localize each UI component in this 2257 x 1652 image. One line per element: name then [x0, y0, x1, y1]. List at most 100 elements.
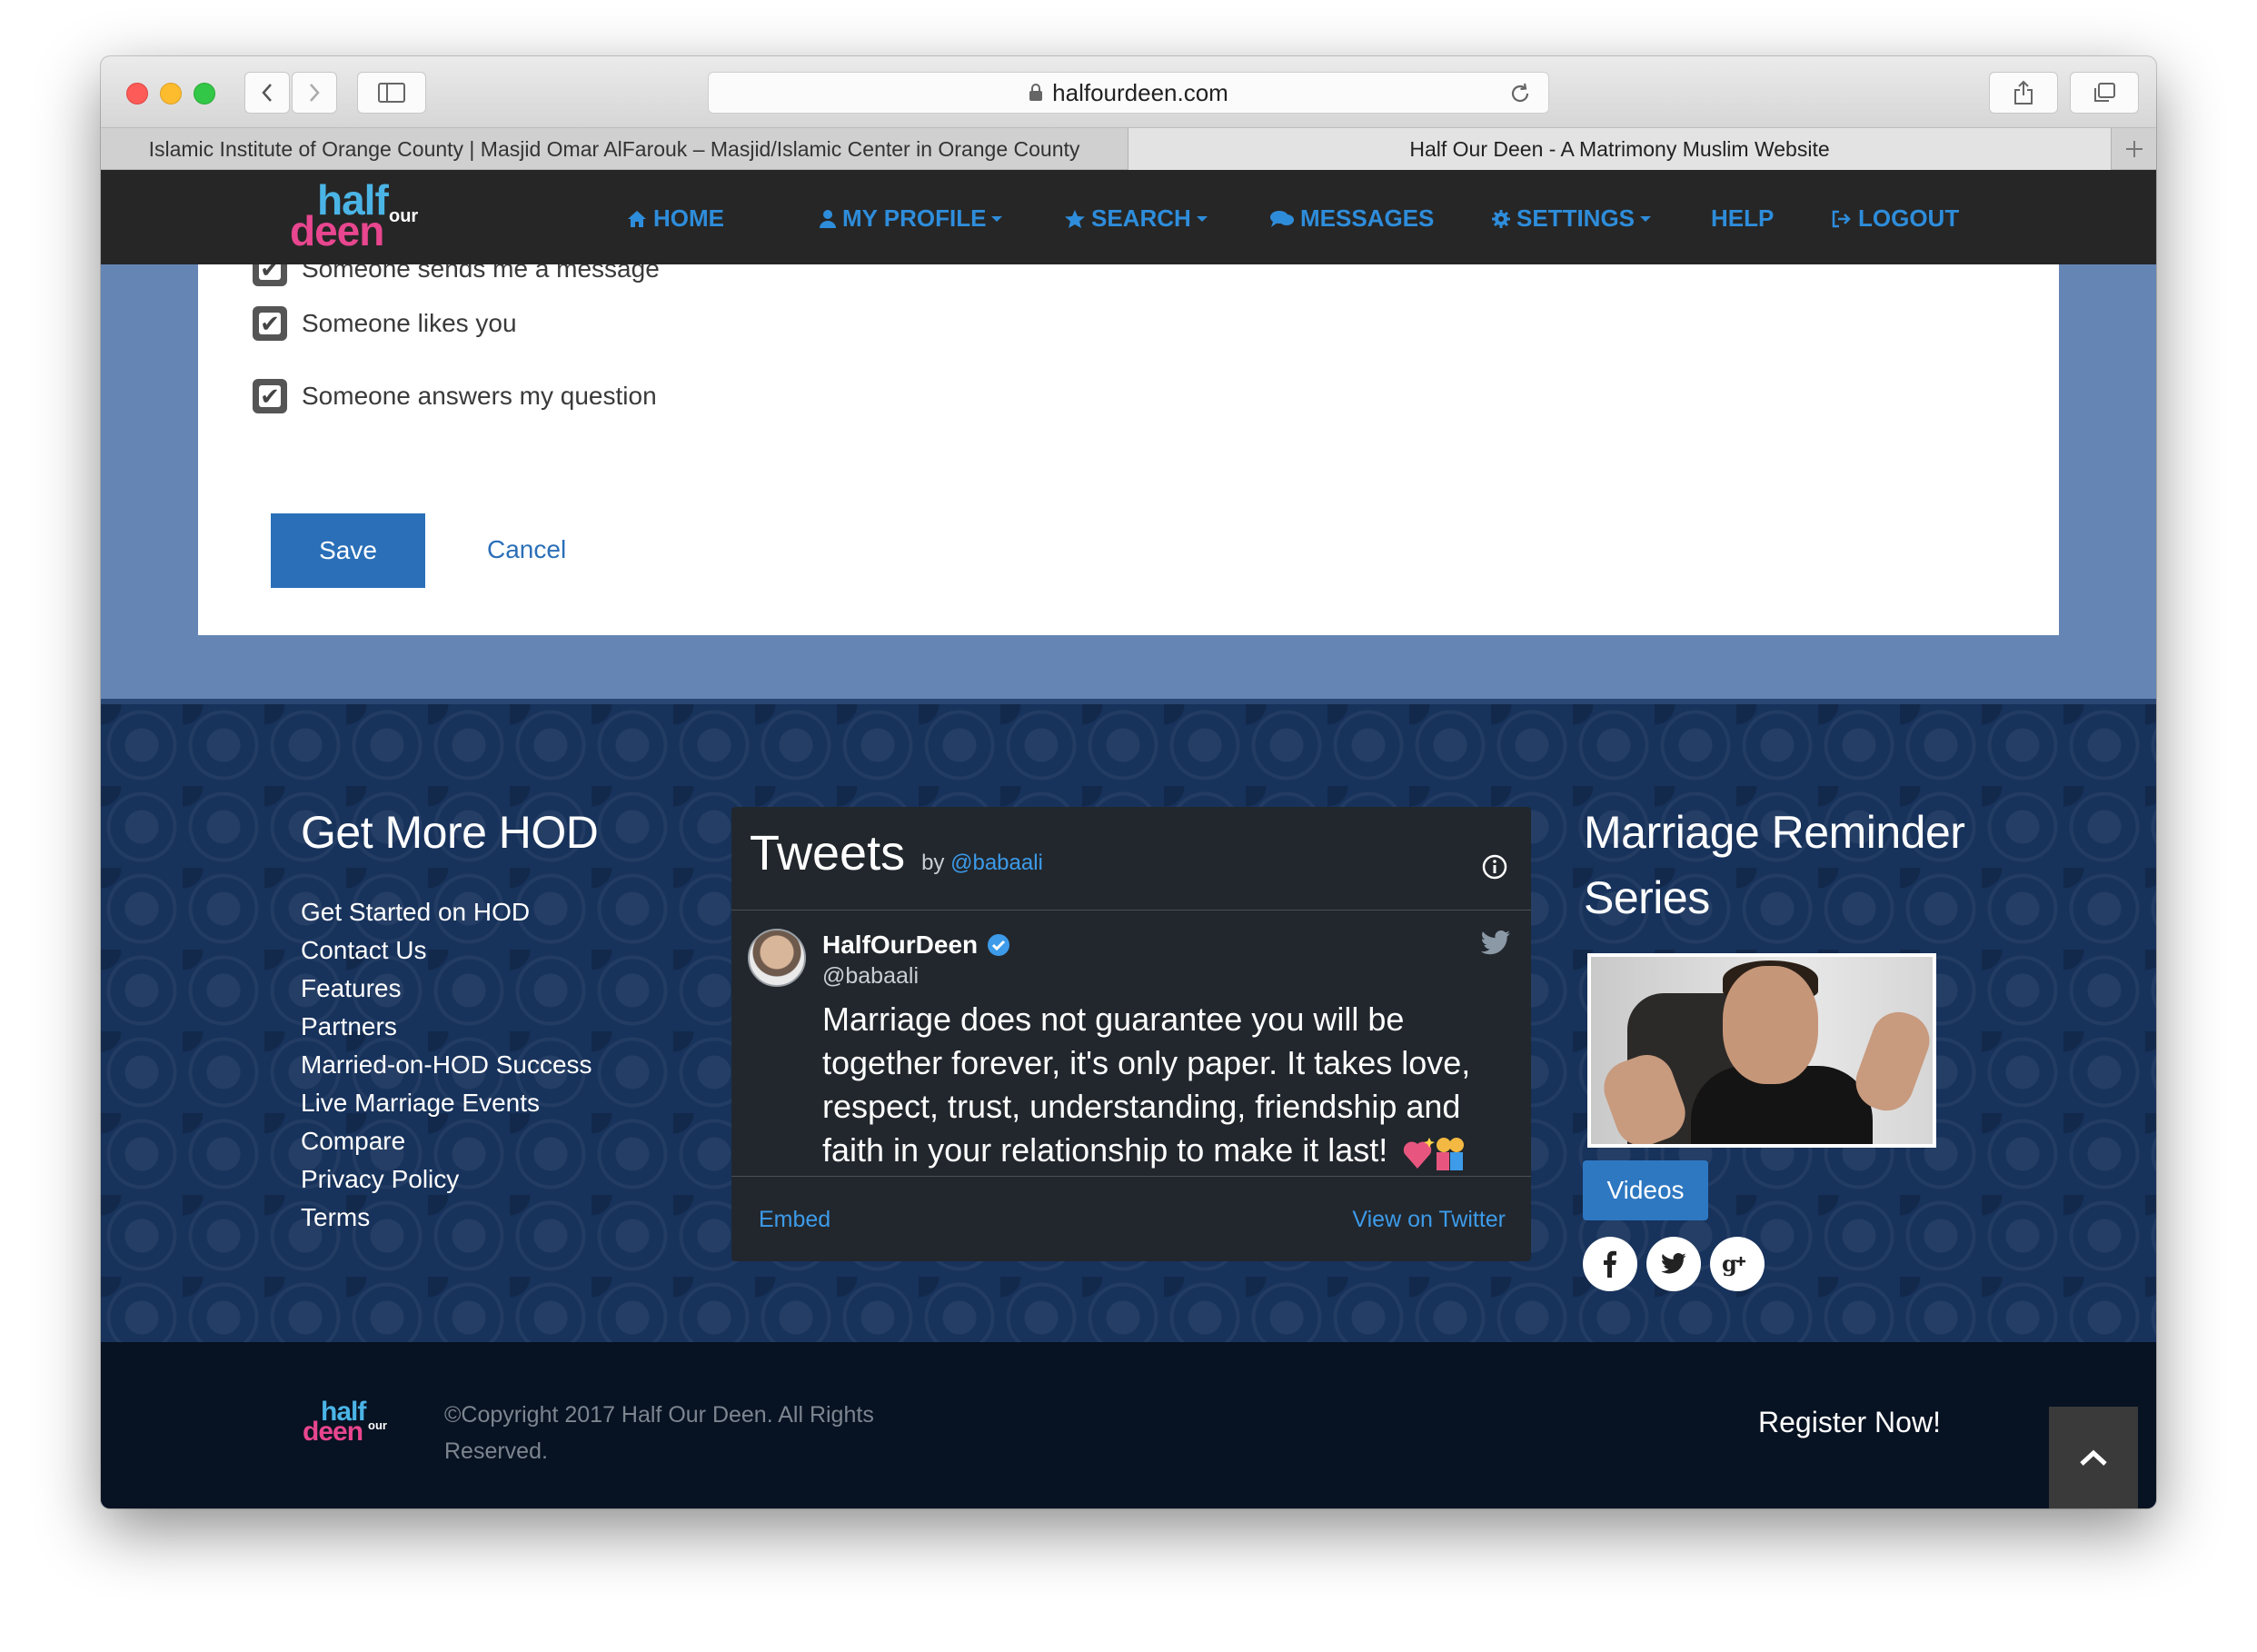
back-button[interactable] [244, 72, 290, 114]
checkmark-icon: ✔ [260, 310, 280, 337]
footer-link-terms[interactable]: Terms [301, 1199, 592, 1237]
logo-our-text: our [368, 1418, 387, 1432]
tweets-title: Tweets [750, 826, 906, 881]
caret-down-icon [1196, 215, 1208, 222]
tab-half-our-deen[interactable]: Half Our Deen - A Matrimony Muslim Websi… [1128, 128, 2111, 170]
gear-icon [1491, 209, 1511, 229]
nav-settings-label: SETTINGS [1516, 204, 1636, 232]
footer-link-success[interactable]: Married-on-HOD Success [301, 1046, 592, 1084]
twitter-icon[interactable] [1646, 1237, 1701, 1291]
view-on-twitter-link[interactable]: View on Twitter [1352, 1207, 1506, 1233]
video-thumbnail[interactable] [1587, 953, 1936, 1148]
verified-badge-icon [987, 933, 1010, 957]
user-icon [819, 209, 837, 229]
heart-couple-emoji-icon [1402, 1132, 1466, 1172]
address-bar[interactable]: halfourdeen.com [708, 72, 1549, 114]
forward-button[interactable] [292, 72, 337, 114]
tweets-by: by @babaali [921, 851, 1043, 876]
nav-home[interactable]: HOME [626, 204, 724, 233]
logo-deen-text: deen [290, 207, 384, 254]
caret-down-icon [1640, 215, 1652, 222]
save-button[interactable]: Save [271, 513, 425, 588]
zoom-window-button[interactable] [194, 83, 215, 104]
option-answers[interactable]: ✔ Someone answers my question [253, 379, 657, 413]
footer-link-privacy[interactable]: Privacy Policy [301, 1160, 592, 1199]
sidebar-toggle-button[interactable] [357, 72, 426, 114]
chevron-up-icon [2080, 1449, 2107, 1466]
footer-bottom: half deen our ©Copyright 2017 Half Our D… [101, 1342, 2156, 1508]
sidebar-icon [378, 83, 405, 103]
site-logo[interactable]: half deen our [290, 175, 426, 257]
nav-settings[interactable]: SETTINGS [1491, 204, 1652, 233]
footer-link-features[interactable]: Features [301, 970, 592, 1008]
footer-link-partners[interactable]: Partners [301, 1008, 592, 1046]
chevron-left-icon [262, 84, 272, 102]
register-now-link[interactable]: Register Now! [1758, 1406, 1941, 1439]
footer-main: Get More HOD Get Started on HOD Contact … [101, 699, 2156, 1342]
marriage-series-title-line2: Series [1584, 872, 1710, 923]
checkbox-answers[interactable]: ✔ [253, 379, 287, 413]
tweets-by-label: by [921, 851, 945, 875]
nav-messages[interactable]: MESSAGES [1269, 204, 1434, 233]
tab-islamic-institute[interactable]: Islamic Institute of Orange County | Mas… [101, 128, 1128, 170]
footer-link-get-started[interactable]: Get Started on HOD [301, 893, 592, 931]
nav-logout[interactable]: LOGOUT [1831, 204, 1959, 233]
svg-text:g: g [1722, 1251, 1737, 1277]
footer-logo[interactable]: half deen our [303, 1397, 393, 1451]
tweet-author[interactable]: HalfOurDeen [822, 930, 1010, 960]
close-window-button[interactable] [126, 83, 148, 104]
twitter-bird-icon[interactable] [1480, 930, 1511, 960]
tweets-by-handle-link[interactable]: @babaali [950, 851, 1043, 875]
twitter-timeline-widget: Tweets by @babaali HalfOurDeen @babaali [731, 807, 1531, 1261]
show-tabs-button[interactable] [2070, 72, 2139, 114]
chevron-right-icon [310, 84, 320, 102]
home-icon [626, 209, 648, 229]
notification-settings-panel: ✔ Someone sends me a message ✔ Someone l… [198, 252, 2059, 635]
tweet-body: Marriage does not guarantee you will be … [822, 1000, 1471, 1169]
browser-window: halfourdeen.com Islamic Institute of Ora… [101, 56, 2156, 1508]
google-plus-icon[interactable]: g [1710, 1237, 1765, 1291]
tweets-header: Tweets by @babaali [750, 825, 1043, 881]
option-likes[interactable]: ✔ Someone likes you [253, 306, 517, 341]
share-icon [2014, 80, 2033, 104]
share-button[interactable] [1989, 72, 2058, 114]
get-more-title: Get More HOD [301, 807, 599, 858]
nav-help-label: HELP [1711, 204, 1775, 232]
nav-search[interactable]: SEARCH [1064, 204, 1208, 233]
logo-deen-text: deen [303, 1417, 363, 1447]
footer-link-events[interactable]: Live Marriage Events [301, 1084, 592, 1122]
checkbox-likes[interactable]: ✔ [253, 306, 287, 341]
option-label: Someone answers my question [302, 382, 657, 410]
site-navbar: half deen our HOME MY PROFILE SEARCH MES… [101, 170, 2156, 264]
option-label: Someone likes you [302, 309, 517, 337]
nav-search-label: SEARCH [1091, 204, 1191, 232]
scroll-to-top-button[interactable] [2049, 1407, 2138, 1508]
footer-link-compare[interactable]: Compare [301, 1122, 592, 1160]
comments-icon [1269, 209, 1295, 229]
videos-button[interactable]: Videos [1583, 1160, 1708, 1220]
nav-my-profile-label: MY PROFILE [842, 204, 987, 232]
new-tab-button[interactable] [2111, 128, 2156, 170]
url-text: halfourdeen.com [1052, 78, 1228, 106]
tweets-divider [731, 910, 1531, 911]
tweet-author-name: HalfOurDeen [822, 930, 979, 959]
facebook-icon[interactable] [1583, 1237, 1637, 1291]
caret-down-icon [991, 215, 1003, 222]
cancel-link[interactable]: Cancel [487, 535, 566, 564]
page-content: ✔ Someone sends me a message ✔ Someone l… [101, 252, 2156, 1508]
star-icon [1064, 209, 1086, 229]
footer-link-contact[interactable]: Contact Us [301, 931, 592, 970]
nav-help[interactable]: HELP [1711, 204, 1774, 233]
embed-link[interactable]: Embed [759, 1207, 830, 1233]
info-icon[interactable] [1482, 854, 1507, 884]
reload-icon[interactable] [1508, 82, 1532, 112]
tweets-footer-divider [731, 1176, 1531, 1177]
minimize-window-button[interactable] [160, 83, 182, 104]
tweet-author-handle[interactable]: @babaali [822, 963, 919, 990]
avatar[interactable] [748, 929, 806, 987]
browser-toolbar: halfourdeen.com [101, 56, 2156, 128]
nav-my-profile[interactable]: MY PROFILE [819, 204, 1003, 233]
checkmark-icon: ✔ [260, 383, 280, 410]
copyright-text: ©Copyright 2017 Half Our Deen. All Right… [444, 1402, 874, 1464]
sign-out-icon [1831, 209, 1853, 229]
